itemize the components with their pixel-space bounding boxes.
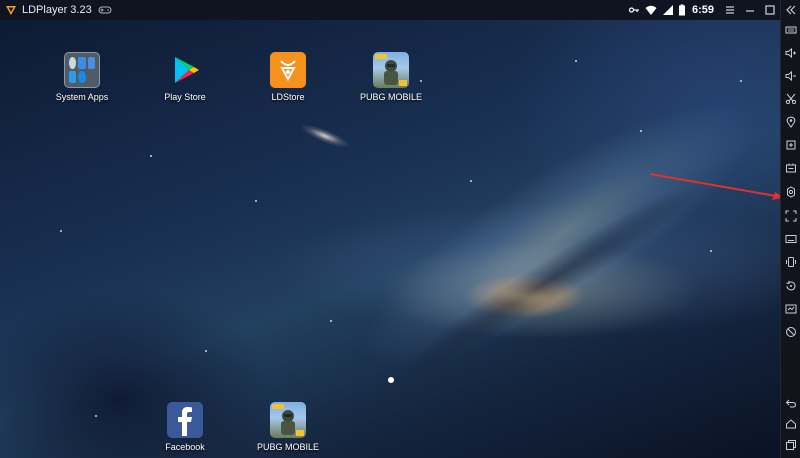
signal-icon (660, 0, 676, 20)
star (330, 320, 332, 322)
star (150, 155, 152, 157)
wifi-icon (642, 0, 660, 20)
app-label: PUBG MOBILE (256, 442, 319, 452)
distant-galaxy (299, 121, 351, 151)
app-label: LDStore (271, 92, 305, 102)
shake-icon[interactable] (781, 252, 800, 272)
keyboard-mapping-icon[interactable] (781, 20, 800, 40)
star (575, 60, 577, 62)
window-title: LDPlayer 3.23 (22, 4, 92, 16)
star (710, 250, 712, 252)
app-label: PUBG MOBILE (359, 92, 422, 102)
star (740, 80, 742, 82)
app-label: Facebook (165, 442, 205, 452)
collapse-sidebar-icon[interactable] (781, 0, 800, 20)
facebook-icon (167, 402, 203, 438)
star (60, 230, 62, 232)
shared-folder-icon[interactable] (781, 158, 800, 178)
status-time: 6:59 (691, 4, 714, 16)
ldstore-icon (270, 52, 306, 88)
keyboard-icon[interactable] (781, 229, 800, 249)
folder-grid-icon (64, 52, 100, 88)
home-icon[interactable] (781, 414, 800, 434)
install-apk-icon[interactable] (781, 135, 800, 155)
app-label: Play Store (164, 92, 206, 102)
ldplayer-logo-icon (6, 6, 16, 15)
star (640, 130, 642, 132)
sync-icon[interactable] (781, 322, 800, 342)
annotation-arrow-icon (649, 173, 784, 200)
minimize-icon[interactable] (740, 0, 760, 20)
app-pubg-mobile-dock[interactable]: PUBG MOBILE (248, 402, 328, 452)
pubg-icon (270, 402, 306, 438)
location-icon[interactable] (781, 112, 800, 132)
volume-down-icon[interactable] (781, 66, 800, 86)
settings-gear-icon[interactable] (781, 182, 800, 202)
title-bar: LDPlayer 3.23 6:59 (0, 0, 800, 20)
android-desktop: System Apps Play Store LDStore PUBG MOBI… (0, 20, 780, 458)
page-indicator-dot (388, 377, 394, 383)
key-icon[interactable] (626, 0, 642, 20)
app-pubg-mobile[interactable]: PUBG MOBILE (351, 52, 431, 102)
maximize-icon[interactable] (760, 0, 780, 20)
gamepad-icon[interactable] (98, 5, 112, 15)
app-ldstore[interactable]: LDStore (248, 52, 328, 102)
app-facebook[interactable]: Facebook (145, 402, 225, 452)
menu-icon[interactable] (720, 0, 740, 20)
galaxy-wallpaper (330, 57, 780, 413)
volume-up-icon[interactable] (781, 43, 800, 63)
star (95, 415, 97, 417)
app-label: System Apps (55, 92, 109, 102)
star (255, 200, 257, 202)
rotate-icon[interactable] (781, 276, 800, 296)
right-toolbar (780, 0, 800, 458)
recent-apps-icon[interactable] (781, 435, 800, 455)
app-system-apps[interactable]: System Apps (42, 52, 122, 102)
operation-record-icon[interactable] (781, 299, 800, 319)
pubg-icon (373, 52, 409, 88)
star (470, 180, 472, 182)
fullscreen-icon[interactable] (781, 206, 800, 226)
star (205, 350, 207, 352)
back-icon[interactable] (781, 393, 800, 413)
app-play-store[interactable]: Play Store (145, 52, 225, 102)
battery-icon (676, 0, 688, 20)
play-store-icon (167, 52, 203, 88)
scissors-icon[interactable] (781, 89, 800, 109)
